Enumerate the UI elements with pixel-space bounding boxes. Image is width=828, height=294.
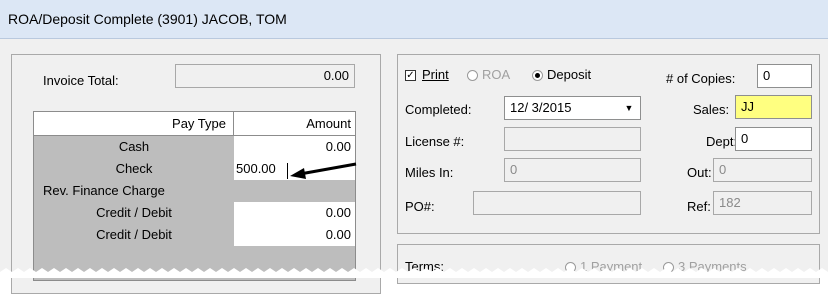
chevron-down-icon: ▼ [624,103,634,113]
pay-type-finance-charge[interactable]: Rev. Finance Charge [34,180,234,202]
out-field[interactable]: 0 [713,158,812,182]
sales-field[interactable]: JJ [735,95,812,119]
amount-cash[interactable]: 0.00 [234,136,355,158]
window-title: ROA/Deposit Complete (3901) JACOB, TOM [8,11,287,27]
amount-credit-debit[interactable]: 0.00 [234,202,355,224]
pay-type-credit-debit[interactable]: Credit / Debit [34,202,234,224]
title-bar: ROA/Deposit Complete (3901) JACOB, TOM [0,0,828,39]
print-checkbox[interactable]: ✓ [405,70,416,81]
torn-edge [0,268,828,278]
pay-type-check[interactable]: Check [34,158,234,180]
roa-radio[interactable] [467,70,478,81]
roa-label: ROA [482,67,511,82]
deposit-label: Deposit [547,67,592,82]
po-field[interactable] [473,191,641,215]
copies-field[interactable]: 0 [757,64,812,88]
pay-type-credit-debit-2[interactable]: Credit / Debit [34,224,234,246]
copies-label: # of Copies: [666,71,736,86]
date-dropdown-button[interactable]: ▼ [619,98,639,118]
license-label: License #: [405,134,465,149]
amount-credit-debit-2[interactable]: 0.00 [234,224,355,246]
ref-field[interactable]: 182 [713,191,812,215]
dept-label: Dept: [706,134,738,149]
pay-type-header[interactable]: Pay Type [34,112,234,136]
arrow-annotation-icon [290,162,357,179]
out-label: Out: [687,165,712,180]
dept-field[interactable]: 0 [735,127,812,151]
invoice-total-field: 0.00 [175,64,355,88]
miles-in-label: Miles In: [405,165,454,180]
license-field[interactable] [504,127,641,151]
amount-header[interactable]: Amount [234,112,355,136]
miles-in-field[interactable]: 0 [504,158,641,182]
print-label[interactable]: Print [422,67,449,82]
po-label: PO#: [405,199,435,214]
pay-type-grid: Pay Type Amount Cash 0.00 Check 500.00 R… [33,111,356,281]
ref-label: Ref: [687,199,711,214]
amount-finance-charge [234,180,355,202]
invoice-total-label: Invoice Total: [43,73,119,88]
deposit-radio[interactable] [532,70,543,81]
pay-type-cash[interactable]: Cash [34,136,234,158]
completed-label: Completed: [405,102,472,117]
sales-label: Sales: [693,102,730,117]
